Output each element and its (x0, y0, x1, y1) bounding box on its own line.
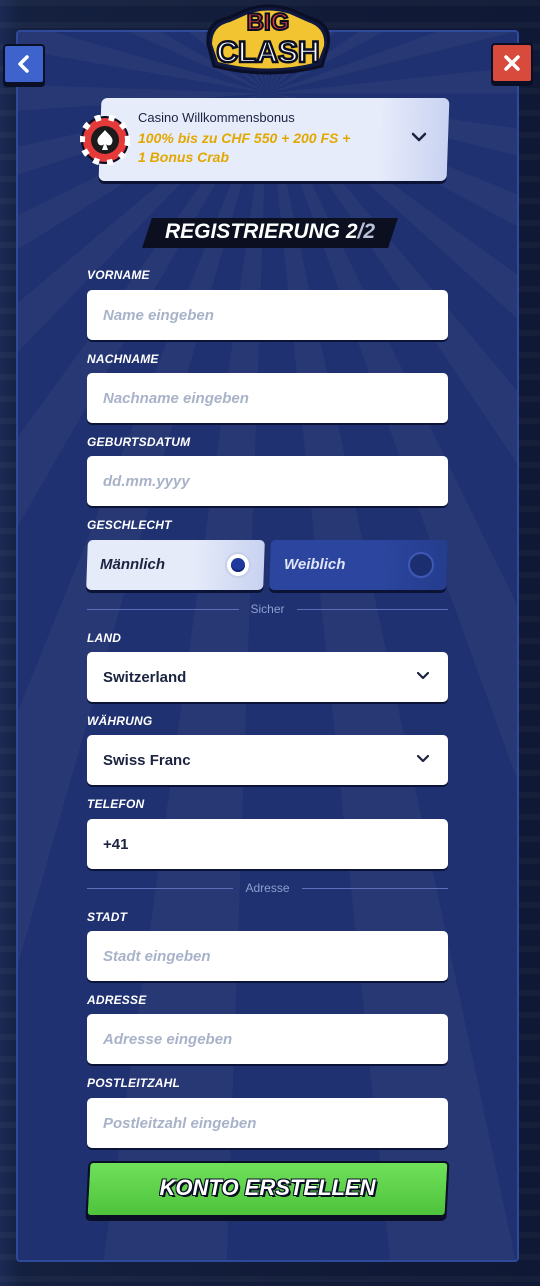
casino-chip-icon (80, 115, 130, 165)
chevron-down-icon (411, 132, 427, 142)
last-name-label: NACHNAME (87, 352, 159, 366)
city-placeholder: Stadt eingeben (103, 947, 211, 965)
address-field[interactable]: Adresse eingeben (87, 1014, 448, 1064)
country-label: LAND (87, 631, 122, 645)
gender-male-label: Männlich (100, 556, 166, 573)
phone-label: TELEFON (87, 797, 145, 811)
city-field[interactable]: Stadt eingeben (87, 931, 448, 981)
phone-value: +41 (103, 835, 129, 853)
chevron-down-icon (416, 671, 430, 680)
create-account-label: KONTO ERSTELLEN (159, 1175, 376, 1200)
currency-label: WÄHRUNG (87, 714, 153, 728)
zip-placeholder: Postleitzahl eingeben (103, 1114, 257, 1132)
first-name-label: VORNAME (87, 268, 150, 282)
svg-text:CLASH: CLASH (216, 36, 319, 69)
bonus-title: Casino Willkommensbonus (138, 110, 295, 125)
zip-field[interactable]: Postleitzahl eingeben (87, 1098, 448, 1148)
bonus-offer-line-1: 100% bis zu CHF 550 + 200 FS + (138, 130, 351, 146)
back-button[interactable] (3, 44, 45, 84)
big-clash-logo: BIG CLASH (206, 4, 331, 75)
last-name-placeholder: Nachname eingeben (103, 389, 249, 407)
divider-secure-label: Sicher (250, 602, 285, 616)
bonus-offer-line-2: 1 Bonus Crab (138, 149, 230, 165)
radio-unselected-icon[interactable] (408, 552, 434, 578)
gender-label: GESCHLECHT (87, 518, 172, 532)
last-name-field[interactable]: Nachname eingeben (87, 373, 448, 423)
phone-field[interactable]: +41 (87, 819, 448, 869)
address-label: ADRESSE (87, 993, 147, 1007)
country-select[interactable]: Switzerland (87, 652, 448, 702)
chevron-down-icon (416, 754, 430, 763)
address-placeholder: Adresse eingeben (103, 1030, 233, 1048)
birthdate-placeholder: dd.mm.yyyy (103, 472, 190, 490)
radio-selected-icon[interactable] (225, 552, 251, 578)
first-name-field[interactable]: Name eingeben (87, 290, 448, 340)
birthdate-field[interactable]: dd.mm.yyyy (87, 456, 448, 506)
chevron-left-icon (18, 55, 29, 73)
divider-secure: Sicher (87, 601, 449, 617)
gender-female-label: Weiblich (284, 556, 346, 573)
first-name-placeholder: Name eingeben (103, 306, 214, 324)
close-button[interactable] (491, 43, 533, 83)
divider-address: Adresse (87, 880, 448, 896)
svg-text:BIG: BIG (247, 9, 290, 36)
page-title: REGISTRIERUNG 2/2 (164, 220, 376, 243)
city-label: STADT (87, 910, 128, 924)
divider-address-label: Adresse (245, 881, 290, 895)
currency-value: Swiss Franc (103, 751, 191, 769)
birthdate-label: GEBURTSDATUM (87, 435, 191, 449)
country-value: Switzerland (103, 668, 187, 686)
close-icon (504, 55, 520, 71)
currency-select[interactable]: Swiss Franc (87, 735, 448, 785)
zip-label: POSTLEITZAHL (87, 1076, 181, 1090)
